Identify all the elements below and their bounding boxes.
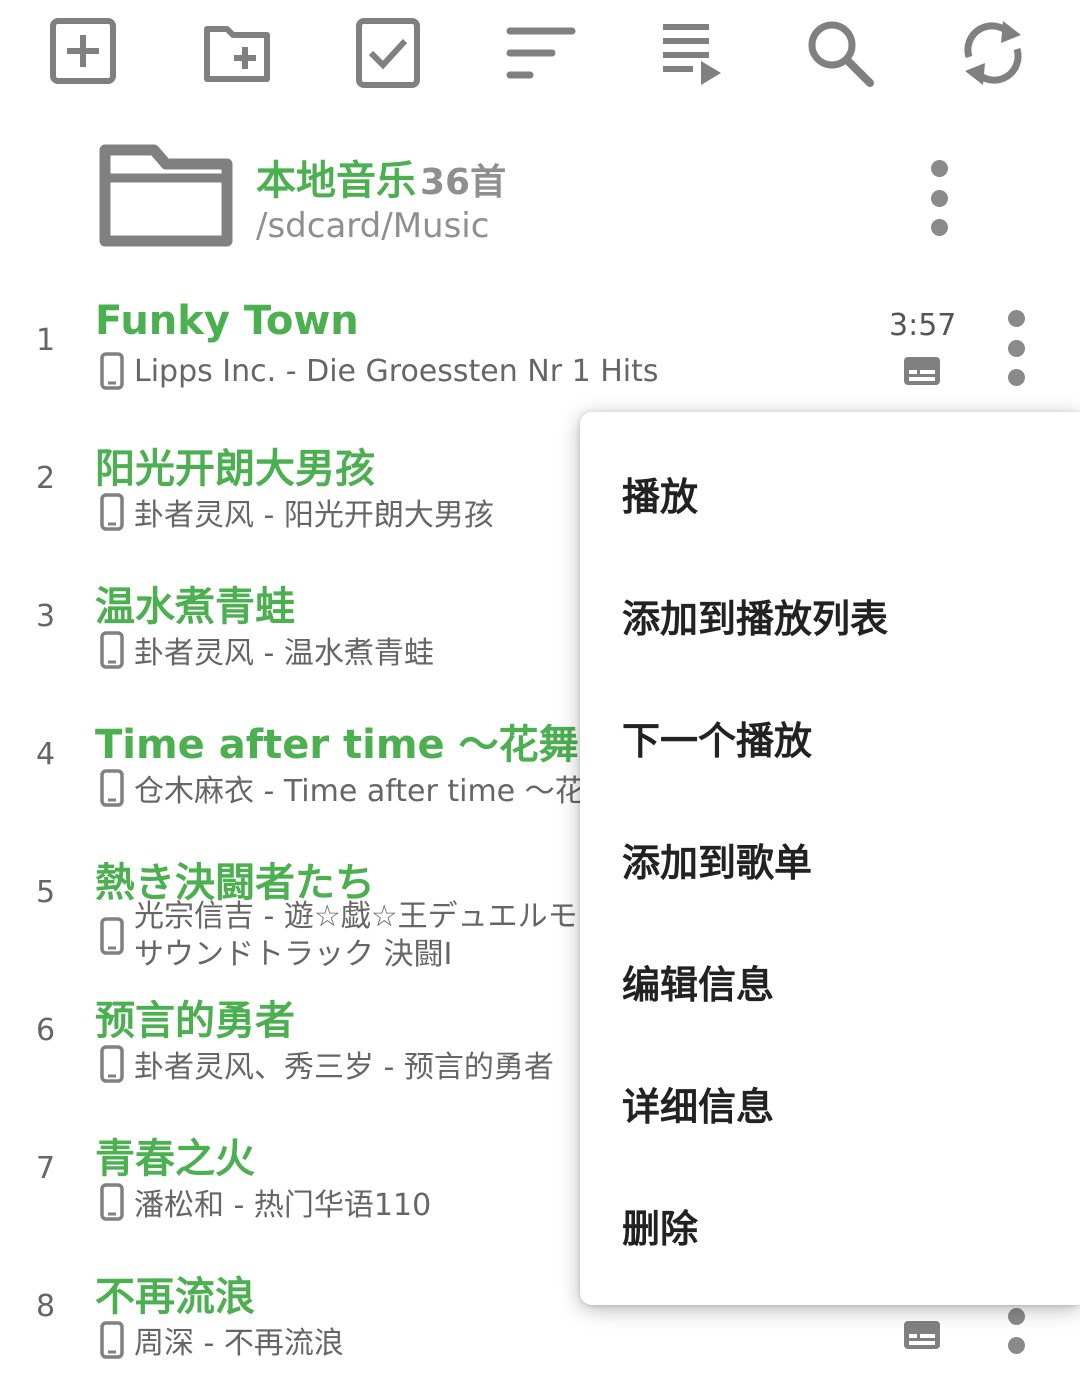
menu-item-label: 详细信息 xyxy=(622,1084,775,1129)
menu-item-play-next[interactable]: 下一个播放 xyxy=(580,676,1080,798)
song-title: 青春之火 xyxy=(95,1136,255,1182)
song-artist-album: 潘松和 - 热门华语110 xyxy=(134,1188,432,1223)
song-index: 3 xyxy=(36,599,56,634)
menu-item-play[interactable]: 播放 xyxy=(580,432,1080,554)
folder-header[interactable]: 本地音乐 36首 /sdcard/Music xyxy=(0,130,1080,260)
song-index: 2 xyxy=(36,461,56,496)
folder-title: 本地音乐 36首 xyxy=(256,148,506,206)
song-artist-album: 卦者灵风、秀三岁 - 预言的勇者 xyxy=(134,1050,554,1085)
menu-item-edit-info[interactable]: 编辑信息 xyxy=(580,920,1080,1042)
refresh-icon[interactable] xyxy=(950,10,1036,96)
folder-song-count: 36首 xyxy=(420,162,507,203)
sort-icon[interactable] xyxy=(497,10,583,96)
song-title: 不再流浪 xyxy=(95,1274,255,1320)
add-box-icon[interactable] xyxy=(42,10,128,96)
song-artist-album: Lipps Inc. - Die Groessten Nr 1 Hits xyxy=(134,353,659,389)
folder-icon xyxy=(99,144,233,247)
menu-item-add-to-playlist[interactable]: 添加到歌单 xyxy=(580,798,1080,920)
menu-item-label: 播放 xyxy=(622,474,699,519)
song-subtitle: 周深 - 不再流浪 xyxy=(100,1318,344,1362)
song-index: 4 xyxy=(36,737,56,772)
song-subtitle: Lipps Inc. - Die Groessten Nr 1 Hits xyxy=(100,352,659,390)
folder-name: 本地音乐 xyxy=(256,158,416,204)
phone-icon xyxy=(100,769,124,807)
subtitles-icon xyxy=(904,357,940,385)
phone-icon xyxy=(100,352,124,390)
search-icon[interactable] xyxy=(797,10,883,96)
song-index: 5 xyxy=(36,875,56,910)
song-subtitle: 卦者灵风 - 温水煮青蛙 xyxy=(100,628,434,672)
menu-item-label: 删除 xyxy=(622,1206,699,1251)
subtitles-icon xyxy=(904,1321,940,1349)
song-index: 8 xyxy=(36,1289,56,1324)
song-more-icon[interactable] xyxy=(996,310,1036,386)
menu-item-delete[interactable]: 删除 xyxy=(580,1164,1080,1286)
menu-item-label: 下一个播放 xyxy=(622,718,813,763)
menu-item-label: 添加到歌单 xyxy=(622,840,813,885)
song-subtitle: 卦者灵风 - 阳光开朗大男孩 xyxy=(100,490,494,534)
song-index: 7 xyxy=(36,1151,56,1186)
folder-path: /sdcard/Music xyxy=(256,206,490,246)
create-folder-icon[interactable] xyxy=(194,10,280,96)
song-index: 1 xyxy=(36,323,56,358)
playlist-play-icon[interactable] xyxy=(648,10,734,96)
menu-item-details[interactable]: 详细信息 xyxy=(580,1042,1080,1164)
song-subtitle: 潘松和 - 热门华语110 xyxy=(100,1180,431,1224)
phone-icon xyxy=(100,631,124,669)
phone-icon xyxy=(100,493,124,531)
song-artist-album: 卦者灵风 - 温水煮青蛙 xyxy=(134,636,434,671)
song-row[interactable]: 1 Funky Town Lipps Inc. - Die Groessten … xyxy=(0,278,1080,416)
menu-item-label: 添加到播放列表 xyxy=(622,596,889,641)
song-subtitle: 卦者灵风、秀三岁 - 预言的勇者 xyxy=(100,1042,554,1086)
menu-item-add-to-queue[interactable]: 添加到播放列表 xyxy=(580,554,1080,676)
toolbar xyxy=(0,0,1080,110)
phone-icon xyxy=(100,1045,124,1083)
song-artist-album: 周深 - 不再流浪 xyxy=(134,1326,344,1361)
folder-more-icon[interactable] xyxy=(919,160,959,236)
phone-icon xyxy=(100,1321,124,1359)
song-duration: 3:57 xyxy=(889,308,957,343)
song-title: 预言的勇者 xyxy=(95,998,295,1044)
song-title: 温水煮青蛙 xyxy=(95,584,295,630)
menu-item-label: 编辑信息 xyxy=(622,962,775,1007)
phone-icon xyxy=(100,917,124,955)
song-artist-album: 卦者灵风 - 阳光开朗大男孩 xyxy=(134,498,494,533)
context-menu: 播放 添加到播放列表 下一个播放 添加到歌单 编辑信息 详细信息 删除 xyxy=(580,412,1080,1305)
song-index: 6 xyxy=(36,1013,56,1048)
song-title: Funky Town xyxy=(95,298,359,344)
phone-icon xyxy=(100,1183,124,1221)
song-title: 阳光开朗大男孩 xyxy=(95,446,375,492)
checkbox-icon[interactable] xyxy=(346,10,432,96)
